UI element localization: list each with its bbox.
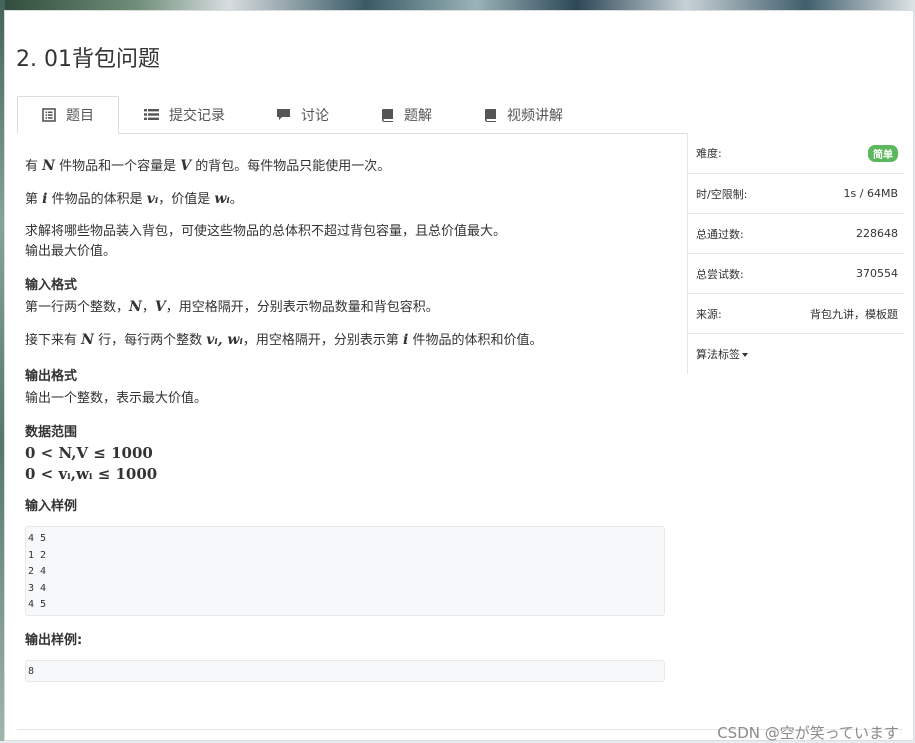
watermark: CSDN @空が笑っています	[717, 724, 899, 742]
sample-input-line: 4 5	[28, 599, 47, 610]
tab-label: 题解	[404, 107, 432, 124]
book-icon	[381, 108, 393, 122]
statement-line-4: 输出最大价值。	[25, 244, 117, 259]
output-format-heading: 输出格式	[25, 369, 78, 384]
problem-info-panel: 难度: 简单 时/空限制: 1s / 64MB 总通过数: 228648 总尝试…	[687, 133, 904, 374]
tab-solutions[interactable]: 题解	[381, 96, 432, 133]
info-label: 来源:	[696, 307, 722, 321]
info-label: 总尝试数:	[696, 267, 744, 281]
comment-icon	[277, 109, 290, 120]
input-format-line-1: 第一行两个整数，N，V，用空格隔开，分别表示物品数量和背包容积。	[25, 299, 439, 315]
info-label: 难度:	[696, 147, 722, 160]
info-label: 时/空限制:	[696, 187, 748, 201]
list-alt-icon	[42, 108, 56, 122]
info-row-limits: 时/空限制: 1s / 64MB	[688, 174, 904, 214]
problem-statement: 有 N 件物品和一个容量是 V 的背包。每件物品只能使用一次。 第 i 件物品的…	[25, 156, 665, 682]
sample-input-line: 4 5	[28, 533, 47, 544]
tab-submissions[interactable]: 提交记录	[144, 96, 225, 133]
info-label: 总通过数:	[696, 227, 744, 241]
statement-line-3: 求解将哪些物品装入背包，可使这些物品的总体积不超过背包容量，且总价值最大。	[25, 224, 507, 239]
statement-line-2: 第 i 件物品的体积是 vᵢ，价值是 wᵢ。	[25, 191, 243, 207]
statement-line-1: 有 N 件物品和一个容量是 V 的背包。每件物品只能使用一次。	[25, 158, 391, 174]
tab-label: 提交记录	[169, 107, 225, 124]
list-icon	[144, 109, 159, 120]
info-row-source: 来源: 背包九讲，模板题	[688, 294, 904, 334]
info-row-attempts: 总尝试数: 370554	[688, 254, 904, 294]
caret-down-icon	[742, 353, 748, 357]
sample-output-line: 8	[28, 666, 35, 677]
sample-input-line: 3 4	[28, 582, 47, 594]
sample-input-box: 4 5 1 2 2 4 3 4 4 5	[25, 526, 665, 616]
tab-problem[interactable]: 题目	[17, 96, 119, 134]
data-range-heading: 数据范围	[25, 425, 78, 440]
sample-output-box: 8	[25, 660, 665, 682]
info-value: 370554	[856, 267, 898, 280]
tab-label: 题目	[66, 108, 94, 124]
data-range-line-1: 0 < N,V ≤ 1000	[25, 444, 153, 462]
sample-output-heading: 输出样例:	[25, 633, 83, 648]
algorithm-tags-toggle[interactable]: 算法标签	[688, 334, 904, 374]
info-value: 1s / 64MB	[843, 187, 898, 200]
sample-input-line: 2 4	[28, 566, 47, 577]
tab-video[interactable]: 视频讲解	[484, 96, 563, 133]
tab-label: 讨论	[301, 107, 329, 124]
info-row-accepted: 总通过数: 228648	[688, 214, 904, 254]
tab-discussion[interactable]: 讨论	[276, 96, 329, 133]
tab-label: 视频讲解	[507, 107, 563, 124]
info-row-difficulty: 难度: 简单	[688, 133, 904, 174]
difficulty-badge: 简单	[868, 144, 898, 162]
problem-title: 2. 01背包问题	[16, 47, 160, 72]
algorithm-tags-label: 算法标签	[696, 346, 748, 362]
sample-input-heading: 输入样例	[25, 499, 78, 514]
input-format-line-2: 接下来有 N 行，每行两个整数 vᵢ, wᵢ，用空格隔开，分别表示第 i 件物品…	[25, 332, 543, 348]
sample-input-line: 1 2	[28, 549, 47, 561]
input-format-heading: 输入格式	[25, 278, 78, 293]
data-range-line-2: 0 < vᵢ,wᵢ ≤ 1000	[25, 465, 158, 483]
output-format-line: 输出一个整数，表示最大价值。	[25, 391, 208, 406]
info-value: 背包九讲，模板题	[810, 307, 898, 321]
book-icon	[484, 108, 496, 122]
info-value: 228648	[856, 227, 898, 240]
problem-card: 2. 01背包问题 题目 提交记录 讨论 题解 视频讲解 有 N 件物品和一个容…	[4, 10, 914, 742]
tab-bar: 题目 提交记录 讨论 题解 视频讲解	[17, 96, 903, 134]
